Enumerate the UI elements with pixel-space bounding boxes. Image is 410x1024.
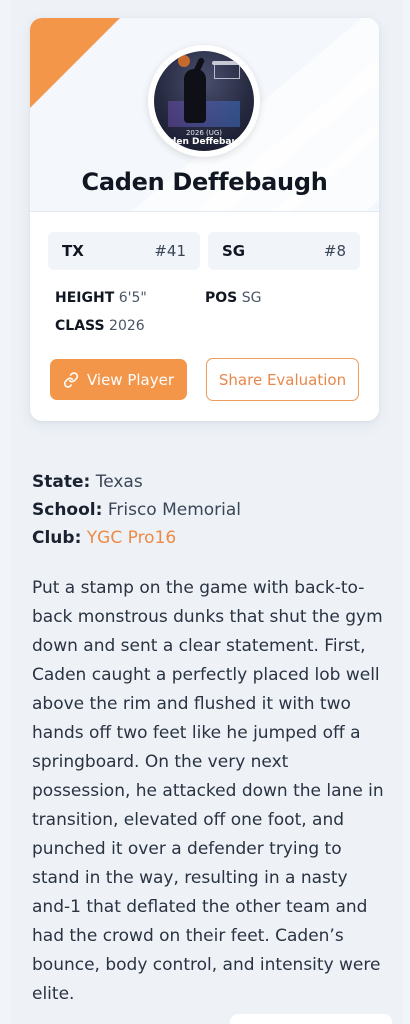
player-avatar: 2026 (UG) Caden Deffebaugh (154, 51, 254, 151)
height-label: HEIGHT (55, 290, 115, 306)
school-value: Frisco Memorial (107, 500, 242, 520)
evaluation-text: Put a stamp on the game with back-to-bac… (32, 578, 384, 1004)
next-card-peek (230, 1014, 392, 1024)
link-icon (63, 371, 79, 388)
state-badge: TX #41 (48, 232, 200, 270)
avatar-ring: 2026 (UG) Caden Deffebaugh (148, 45, 260, 157)
class-attribute: CLASS 2026 (55, 318, 145, 334)
state-row: State: Texas (32, 472, 143, 492)
pos-label: POS (205, 290, 238, 306)
state-value: Texas (95, 472, 143, 492)
player-card: 2026 (UG) Caden Deffebaugh Caden Deffeba… (30, 18, 379, 421)
class-value: 2026 (109, 318, 145, 334)
position-badge-rank: #8 (323, 242, 346, 260)
club-row: Club: YGC Pro16 (32, 528, 176, 548)
avatar-ball (178, 55, 190, 67)
view-player-label: View Player (86, 370, 175, 389)
share-evaluation-label: Share Evaluation (218, 370, 347, 389)
view-player-button[interactable]: View Player (50, 359, 187, 400)
school-label: School: (32, 500, 103, 520)
class-label: CLASS (55, 318, 105, 334)
club-label: Club: (32, 528, 82, 548)
pos-value: SG (241, 290, 262, 306)
state-label: State: (32, 472, 91, 492)
state-badge-rank: #41 (154, 242, 186, 260)
share-evaluation-button[interactable]: Share Evaluation (206, 358, 359, 401)
avatar-caption-year: 2026 (UG) (185, 129, 223, 137)
position-badge: SG #8 (208, 232, 360, 270)
avatar-net (214, 65, 240, 79)
position-badge-label: SG (222, 242, 246, 260)
player-name: Caden Deffebaugh (81, 168, 328, 196)
school-row: School: Frisco Memorial (32, 500, 241, 520)
state-badge-label: TX (62, 242, 84, 260)
height-value: 6'5" (118, 290, 147, 306)
avatar-player (184, 69, 206, 123)
avatar-caption-name: Caden Deffebaugh (157, 137, 251, 147)
accent-corner (30, 18, 120, 108)
position-attribute: POS SG (205, 290, 261, 306)
club-link[interactable]: YGC Pro16 (87, 528, 176, 548)
card-header: 2026 (UG) Caden Deffebaugh Caden Deffeba… (30, 18, 379, 212)
height-attribute: HEIGHT 6'5" (55, 290, 147, 306)
